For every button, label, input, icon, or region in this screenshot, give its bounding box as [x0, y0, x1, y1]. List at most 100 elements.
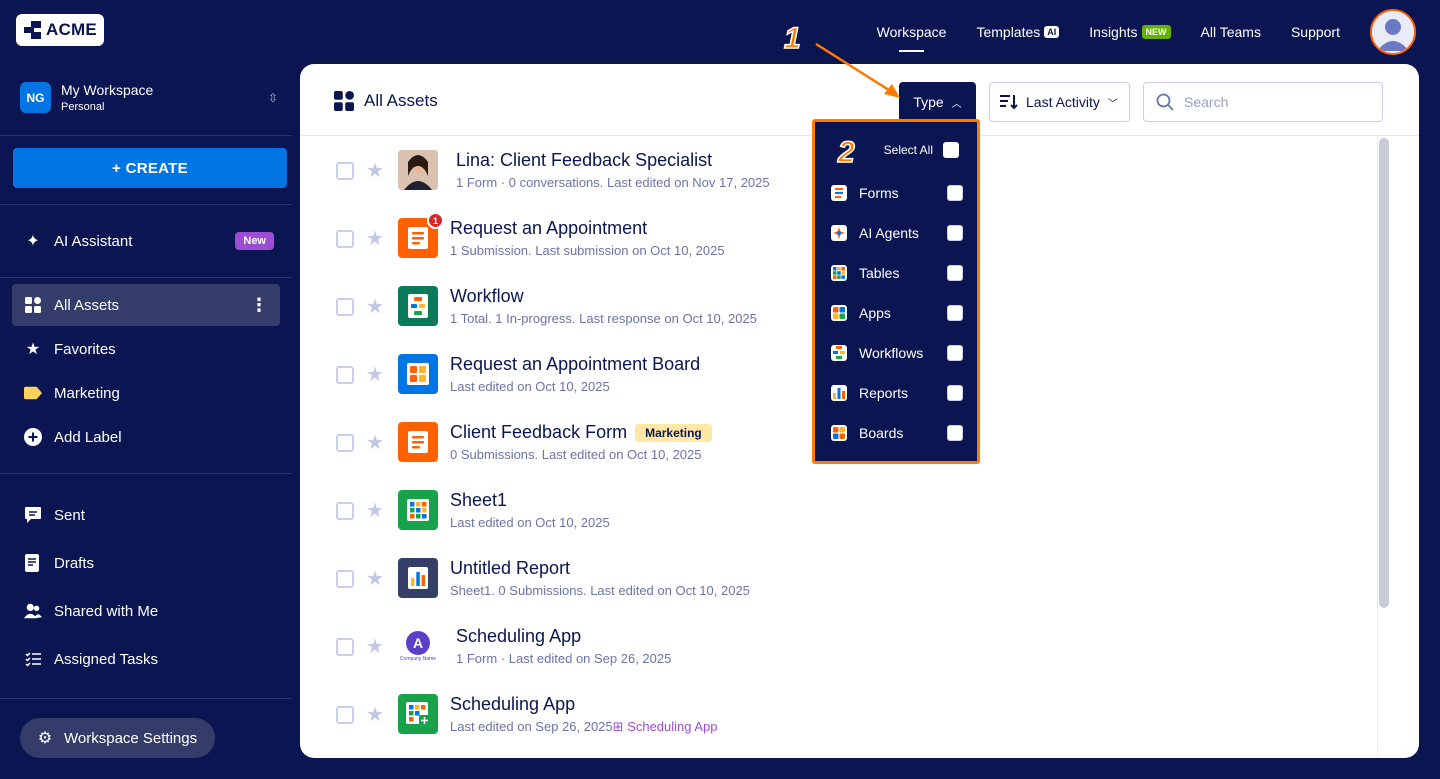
- row-checkbox[interactable]: [336, 366, 354, 384]
- sort-button[interactable]: Last Activity ﹀: [989, 82, 1130, 122]
- asset-title[interactable]: Scheduling App: [450, 694, 575, 715]
- search-icon: [1156, 93, 1174, 111]
- row-checkbox[interactable]: [336, 570, 354, 588]
- select-all-checkbox[interactable]: [943, 142, 959, 158]
- star-icon[interactable]: ★: [366, 566, 384, 591]
- type-filter-button[interactable]: Type ︿: [899, 82, 976, 122]
- sidebar-item-marketing[interactable]: Marketing: [12, 372, 280, 414]
- workspace-settings-button[interactable]: ⚙ Workspace Settings: [20, 718, 215, 758]
- ai-agent-icon: [831, 225, 847, 241]
- nav-all-teams[interactable]: All Teams: [1201, 0, 1261, 64]
- type-option-boards[interactable]: Boards: [831, 421, 963, 445]
- type-filter-label: Type: [913, 94, 944, 110]
- row-checkbox[interactable]: [336, 638, 354, 656]
- star-icon[interactable]: ★: [366, 430, 384, 455]
- type-option-checkbox[interactable]: [947, 385, 963, 401]
- asset-title[interactable]: Untitled Report: [450, 558, 570, 579]
- sidebar-item-all-assets[interactable]: All Assets ⋮: [12, 284, 280, 326]
- asset-title[interactable]: Scheduling App: [456, 626, 581, 647]
- row-checkbox[interactable]: [336, 434, 354, 452]
- type-option-checkbox[interactable]: [947, 225, 963, 241]
- row-checkbox[interactable]: [336, 230, 354, 248]
- task-list-icon: [24, 650, 42, 668]
- type-option-label: Boards: [859, 425, 904, 441]
- type-option-apps[interactable]: Apps: [831, 301, 963, 325]
- create-button[interactable]: + CREATE: [13, 148, 287, 188]
- type-option-checkbox[interactable]: [947, 345, 963, 361]
- asset-row[interactable]: ★ Scheduling App Last edited on Sep 26, …: [300, 680, 1380, 748]
- type-option-forms[interactable]: Forms: [831, 181, 963, 205]
- sidebar-item-label: Marketing: [54, 384, 120, 402]
- workflow-icon: [398, 286, 438, 326]
- company-logo-text: Company Name: [399, 656, 437, 662]
- asset-meta: 1 Form · 0 conversations. Last edited on…: [456, 175, 770, 190]
- sidebar-item-label: Shared with Me: [54, 602, 159, 620]
- nav-label: Insights: [1089, 24, 1138, 40]
- search-input[interactable]: [1184, 94, 1364, 110]
- star-icon[interactable]: ★: [366, 294, 384, 319]
- nav-support[interactable]: Support: [1291, 0, 1340, 64]
- asset-title[interactable]: Lina: Client Feedback Specialist: [456, 150, 712, 171]
- star-icon[interactable]: ★: [366, 498, 384, 523]
- asset-title[interactable]: Request an Appointment Board: [450, 354, 700, 375]
- select-all-option[interactable]: Select All: [884, 142, 959, 158]
- type-option-tables[interactable]: Tables: [831, 261, 963, 285]
- agent-avatar: [398, 150, 438, 190]
- sidebar-item-label: AI Assistant: [54, 232, 133, 250]
- sidebar-item-add-label[interactable]: Add Label: [12, 416, 280, 458]
- type-option-checkbox[interactable]: [947, 185, 963, 201]
- sidebar-item-favorites[interactable]: ★ Favorites: [12, 328, 280, 370]
- sidebar-item-shared-with-me[interactable]: Shared with Me: [12, 590, 280, 632]
- type-option-label: Tables: [859, 265, 900, 281]
- asset-title[interactable]: Workflow: [450, 286, 524, 307]
- divider: [0, 135, 292, 136]
- new-badge: NEW: [1141, 25, 1171, 39]
- row-checkbox[interactable]: [336, 502, 354, 520]
- acme-logo[interactable]: ACME: [16, 14, 104, 46]
- app-table-icon: [398, 694, 438, 734]
- star-icon[interactable]: ★: [366, 702, 384, 727]
- asset-title-text: Client Feedback Form: [450, 422, 628, 442]
- chevron-updown-icon: ⇳: [267, 90, 278, 105]
- workflow-icon: [831, 345, 847, 361]
- asset-row[interactable]: ★ Sheet1 Last edited on Oct 10, 2025: [300, 476, 1380, 544]
- type-option-label: Forms: [859, 185, 899, 201]
- asset-title[interactable]: Client Feedback Form Marketing: [450, 422, 712, 443]
- type-option-workflows[interactable]: Workflows: [831, 341, 963, 365]
- nav-insights[interactable]: Insights NEW: [1089, 0, 1171, 64]
- row-checkbox[interactable]: [336, 162, 354, 180]
- sidebar-item-drafts[interactable]: Drafts: [12, 542, 280, 584]
- grid-plus-icon: ⊞: [612, 719, 624, 734]
- star-icon[interactable]: ★: [366, 226, 384, 251]
- label-tag[interactable]: Marketing: [635, 423, 712, 442]
- sidebar-item-sent[interactable]: Sent: [12, 494, 280, 536]
- scrollbar[interactable]: [1379, 138, 1389, 608]
- user-avatar[interactable]: [1370, 9, 1416, 55]
- more-options-icon[interactable]: ⋮: [250, 295, 268, 316]
- row-checkbox[interactable]: [336, 298, 354, 316]
- star-icon[interactable]: ★: [366, 634, 384, 659]
- type-option-reports[interactable]: Reports: [831, 381, 963, 405]
- type-option-checkbox[interactable]: [947, 265, 963, 281]
- linked-app[interactable]: ⊞ Scheduling App: [613, 719, 718, 734]
- sidebar-item-assigned-tasks[interactable]: Assigned Tasks: [12, 638, 280, 680]
- nav-label: Templates: [976, 24, 1041, 40]
- type-option-ai-agents[interactable]: AI Agents: [831, 221, 963, 245]
- star-icon[interactable]: ★: [366, 158, 384, 183]
- asset-meta: 0 Submissions. Last edited on Oct 10, 20…: [450, 447, 702, 462]
- asset-meta: Sheet1. 0 Submissions. Last edited on Oc…: [450, 583, 750, 598]
- workspace-type: Personal: [61, 101, 105, 113]
- nav-templates[interactable]: Templates AI: [976, 0, 1060, 64]
- asset-row[interactable]: ★ A Company Name Scheduling App 1 Form ·…: [300, 612, 1380, 680]
- workspace-switcher[interactable]: NG My Workspace Personal ⇳: [20, 82, 278, 113]
- type-option-checkbox[interactable]: [947, 425, 963, 441]
- row-checkbox[interactable]: [336, 706, 354, 724]
- asset-title[interactable]: Sheet1: [450, 490, 507, 511]
- linked-app-label: Scheduling App: [627, 719, 718, 734]
- table-icon: [831, 265, 847, 281]
- type-option-checkbox[interactable]: [947, 305, 963, 321]
- star-icon[interactable]: ★: [366, 362, 384, 387]
- asset-title[interactable]: Request an Appointment: [450, 218, 647, 239]
- asset-row[interactable]: ★ Untitled Report Sheet1. 0 Submissions.…: [300, 544, 1380, 612]
- sidebar-item-ai-assistant[interactable]: ✦ AI Assistant New: [12, 220, 280, 262]
